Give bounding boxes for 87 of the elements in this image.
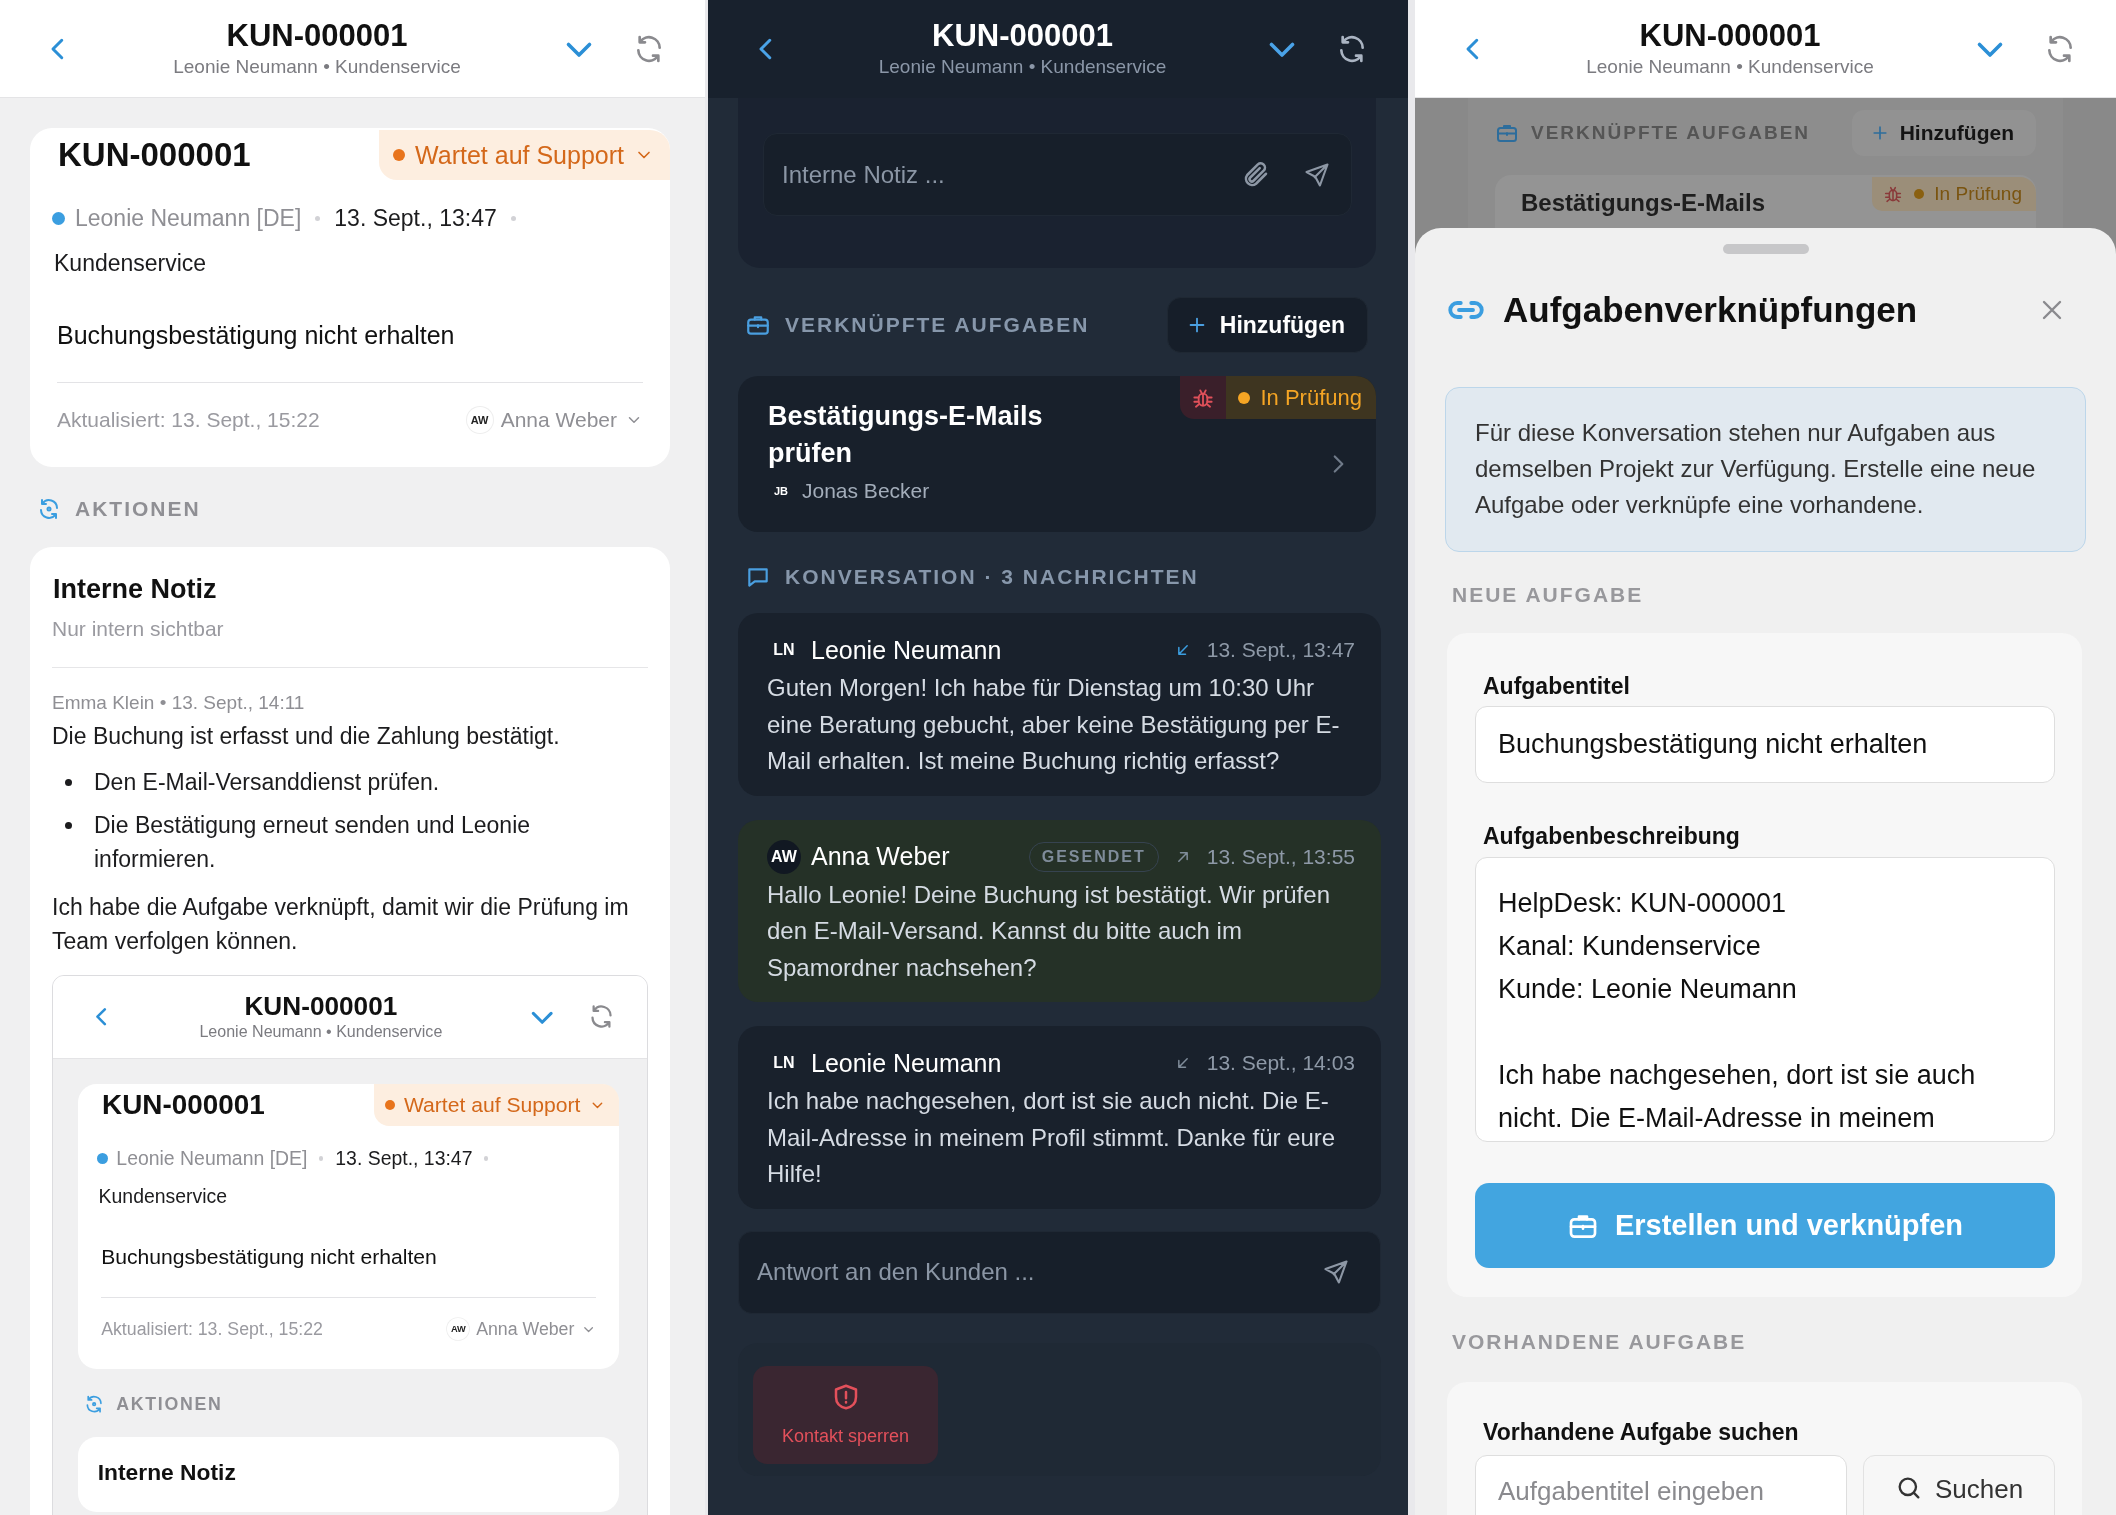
avatar: LN (772, 640, 796, 660)
status-dot-icon (1914, 189, 1925, 199)
header-subtitle: Leonie Neumann • Kundenservice (1585, 54, 1875, 79)
note-title: Interne Notiz (53, 573, 218, 606)
section-heading: VERKNÜPFTE AUFGABEN (785, 313, 1090, 337)
assignee-name: Jonas Becker (802, 479, 930, 503)
note-subtitle: Nur intern sichtbar (52, 615, 648, 668)
send-icon[interactable] (1303, 160, 1331, 189)
section-heading: AKTIONEN (116, 1394, 223, 1415)
send-icon[interactable] (1322, 1258, 1350, 1286)
message-author: Leonie Neumann (811, 1048, 1003, 1078)
note-author: Emma Klein • 13. Sept., 14:11 (52, 691, 306, 715)
avatar: LN (772, 1053, 796, 1073)
status-badge: In Prüfung (1226, 376, 1376, 419)
message-text: Ich habe nachgesehen, dort ist sie auch nicht. Die E-Mail-Adresse in meinem Profil stimmt. Danke für eure Hilfe! (767, 1086, 1337, 1189)
message-time: 13. Sept., 14:03 (1206, 1051, 1355, 1075)
ticket-id: KUN-000001 (102, 1089, 265, 1122)
message-text: Guten Morgen! Ich habe für Dienstag um 10:30 Uhr eine Beratung gebucht, aber keine Bestätigung per E-Mail erhalten. Ist meine Buchung richtig erfasst? (767, 673, 1341, 776)
customer-name: Leonie Neumann [DE] (116, 1147, 308, 1170)
task-title: Bestätigungs-E-Mails prüfen (768, 400, 1044, 470)
message-text: Hallo Leonie! Deine Buchung ist bestätigt. Wir prüfen den E-Mail-Versand. Kannst du bitte auch im Spamordner nachsehen? (767, 879, 1331, 983)
header-title: KUN-000001 (243, 990, 399, 1022)
bullet-icon (65, 779, 72, 786)
note-paragraph: Ich habe die Aufgabe verknüpft, damit wir die Prüfung im Team verfolgen können. (52, 893, 630, 956)
separator-dot-icon (484, 1156, 489, 1161)
actions-icon (37, 497, 61, 521)
avatar: AW (767, 839, 801, 874)
sheet-title: Aufgabenverknüpfungen (1503, 290, 1919, 330)
title-input[interactable]: Buchungsbestätigung nicht erhalten (1475, 706, 2055, 783)
assignee-dropdown[interactable]: AW Anna Weber (466, 407, 643, 433)
online-dot-icon (96, 1153, 108, 1164)
updated-time: Aktualisiert: 13. Sept., 15:22 (101, 1318, 323, 1340)
actions-icon (84, 1394, 105, 1415)
status-badge: In Prüfung (1872, 177, 2036, 211)
message-time: 13. Sept., 13:47 (1206, 638, 1355, 662)
drag-handle[interactable] (1722, 244, 1809, 254)
section-heading: VORHANDENE AUFGABE (1452, 1329, 1748, 1355)
header-title: KUN-000001 (1638, 17, 1822, 54)
header-subtitle: Leonie Neumann • Kundenservice (877, 55, 1168, 79)
bullet-text: Den E-Mail-Versanddienst prüfen. (94, 768, 440, 797)
reply-input[interactable]: Antwort an den Kunden ... (738, 1230, 1381, 1314)
add-button[interactable]: Hinzufügen (1166, 297, 1368, 353)
section-heading: AKTIONEN (75, 497, 201, 521)
created-time: 13. Sept., 13:47 (334, 204, 497, 232)
avatar: AW (447, 1318, 470, 1341)
online-dot-icon (52, 211, 65, 225)
bullet-text: Die Bestätigung erneut senden und Leonie informieren. (94, 811, 532, 874)
ticket-id: KUN-000001 (58, 136, 251, 174)
created-time: 13. Sept., 13:47 (335, 1147, 473, 1170)
block-contact-button[interactable]: Kontakt sperren (753, 1365, 938, 1464)
description-input[interactable]: HelpDesk: KUN-000001 Kanal: Kundenservice Kunde: Leonie Neumann Ich habe nachgesehen, dort ist sie auch nicht. Die E-Mail-Adresse in meinem (1475, 857, 2055, 1142)
separator-dot-icon (510, 215, 516, 221)
separator-dot-icon (315, 215, 321, 221)
field-label: Aufgabentitel (1483, 672, 1631, 701)
field-label: Vorhandene Aufgabe suchen (1483, 1418, 1800, 1447)
assignee-name: Anna Weber (476, 1318, 575, 1340)
message-author: Leonie Neumann (811, 635, 1003, 665)
status-dot-icon (393, 149, 406, 161)
message-author: Anna Weber (811, 842, 951, 871)
section-heading: VERKNÜPFTE AUFGABEN (1531, 122, 1811, 144)
ticket-subject: Buchungsbestätigung nicht erhalten (57, 318, 643, 383)
header-title: KUN-000001 (225, 17, 409, 54)
ticket-subject: Buchungsbestätigung nicht erhalten (101, 1242, 597, 1299)
note-paragraph: Die Buchung ist erfasst und die Zahlung bestätigt. (52, 722, 561, 751)
note-title: Interne Notiz (97, 1457, 237, 1487)
task-title: Bestätigungs-E-Mails (1521, 189, 1766, 217)
section-heading: NEUE AUFGABE (1452, 582, 1645, 608)
header-subtitle: Leonie Neumann • Kundenservice (172, 54, 462, 79)
bullet-icon (65, 822, 72, 829)
note-input[interactable]: Interne Notiz ... (763, 133, 1352, 216)
channel-name: Kundenservice (54, 249, 208, 278)
avatar: AW (466, 407, 493, 433)
section-heading: KONVERSATION · 3 NACHRICHTEN (785, 565, 1199, 589)
header-title: KUN-000001 (931, 18, 1114, 54)
field-label: Aufgabenbeschreibung (1483, 822, 1741, 851)
status-dot-icon (385, 1100, 396, 1111)
status-dot-icon (1238, 391, 1251, 404)
separator-dot-icon (319, 1156, 324, 1161)
channel-name: Kundenservice (98, 1183, 229, 1209)
message-time: 13. Sept., 13:55 (1206, 844, 1355, 869)
search-button[interactable]: Suchen (1863, 1455, 2055, 1515)
customer-name: Leonie Neumann [DE] (75, 204, 302, 232)
task-card[interactable]: Bestätigungs-E-Mails prüfen JB Jonas Becker In Prüfung (738, 376, 1376, 532)
updated-time: Aktualisiert: 13. Sept., 15:22 (57, 408, 320, 432)
header-subtitle: Leonie Neumann • Kundenservice (198, 1021, 444, 1043)
avatar: JB (772, 484, 790, 499)
info-box: Für diese Konversation stehen nur Aufgaben aus demselben Projekt zur Verfügung. Erstelle eine neue Aufgabe oder verknüpfe eine vorhandene. (1445, 387, 2086, 552)
